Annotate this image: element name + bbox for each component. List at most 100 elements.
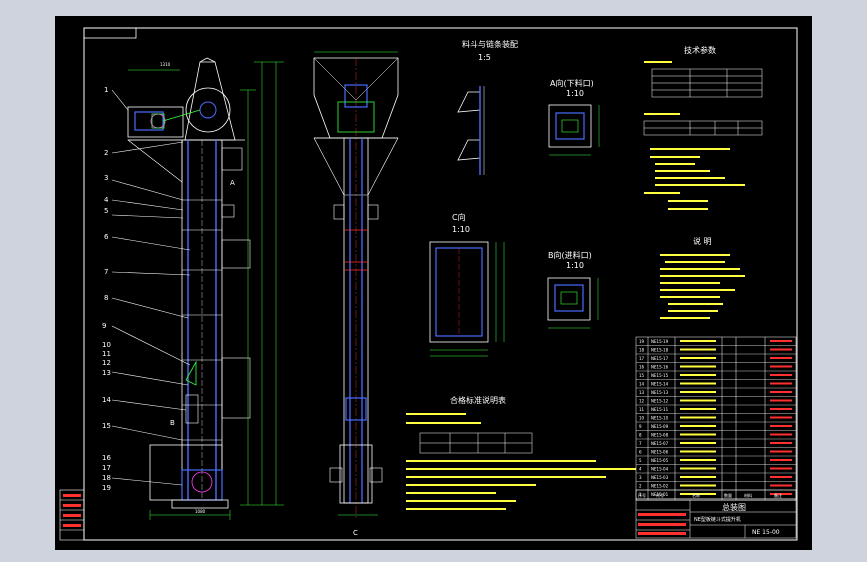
table2-title: 合格标准说明表 [450, 395, 506, 405]
bom-row-code: NE15-05 [651, 458, 669, 463]
bom-row-remark [770, 476, 792, 478]
tech-params-title: 技术参数 [684, 45, 716, 55]
part-label-16: 16 [102, 454, 111, 462]
part-label-18: 18 [102, 474, 111, 482]
bom-row-remark [770, 416, 792, 419]
view-c-scale: 1:10 [452, 225, 470, 234]
bom-header-code: 代号 [656, 492, 664, 498]
bom-row-remark [770, 399, 792, 402]
bom-row-code: NE15-10 [651, 416, 669, 421]
part-label-19: 19 [102, 484, 111, 492]
bucket-detail-scale: 1:5 [478, 53, 491, 62]
bom-row-name [680, 433, 716, 436]
bom-row-code: NE15-06 [651, 450, 669, 455]
title-block-drawing-no: NE 15-00 [752, 529, 780, 536]
bom-row-remark [770, 459, 792, 461]
bom-row-index: 17 [639, 356, 645, 361]
bom-row-name [680, 374, 716, 376]
bom-header-remarks: 备注 [774, 492, 782, 498]
bom-row-name [680, 416, 716, 419]
bom-row-index: 14 [639, 382, 645, 387]
part-label-5: 5 [104, 207, 108, 215]
part-label-17: 17 [102, 464, 111, 472]
bom-row-index: 19 [639, 339, 645, 344]
bom-row-name [680, 382, 716, 385]
bom-row-index: 10 [639, 416, 645, 421]
section-mark-c: C [353, 529, 358, 537]
title-block-name: 总装图 [722, 502, 746, 512]
bom-row-name [680, 425, 716, 427]
view-c-title: C向 [452, 212, 466, 222]
bom-row-remark [770, 340, 792, 342]
bom-row-name [680, 442, 716, 444]
bom-row-code: NE15-15 [651, 373, 669, 378]
bom-row-code: NE15-17 [651, 356, 669, 361]
svg-text:1080: 1080 [195, 509, 206, 514]
bom-row-remark [770, 382, 792, 385]
section-mark-b: B [170, 419, 175, 427]
bom-header-material: 材料 [744, 492, 752, 498]
bom-row-index: 18 [639, 348, 645, 353]
bom-row-code: NE15-02 [651, 484, 669, 489]
bom-row-name [680, 408, 716, 410]
view-a-scale: 1:10 [566, 89, 584, 98]
bucket-detail-title: 料斗与链条装配 [462, 39, 518, 49]
part-label-14: 14 [102, 396, 111, 404]
bom-row-remark [770, 484, 792, 487]
part-label-6: 6 [104, 233, 109, 241]
bom-row-name [680, 348, 716, 351]
bom-row-name [680, 450, 716, 453]
bom-row-name [680, 357, 716, 359]
bom-row-name [680, 476, 716, 478]
part-label-9: 9 [102, 322, 106, 330]
bom-row-remark [770, 391, 792, 393]
bom-row-remark [770, 433, 792, 436]
part-label-3: 3 [104, 174, 108, 182]
bom-row-remark [770, 365, 792, 368]
part-label-15: 15 [102, 422, 111, 430]
part-label-4: 4 [104, 196, 109, 204]
bom-row-name [680, 467, 716, 470]
part-label-8: 8 [104, 294, 108, 302]
notes-title: 说 明 [693, 236, 712, 246]
part-label-10: 10 [102, 341, 111, 349]
view-b-scale: 1:10 [566, 261, 584, 270]
cad-drawing: 1310 1080 1 2 3 4 5 6 7 8 9 10 11 12 13 … [55, 16, 812, 550]
bom-header-name: 名称 [692, 492, 700, 498]
bom-row-code: NE15-11 [651, 407, 669, 412]
bom-row-remark [770, 442, 792, 444]
bom-row-index: 16 [639, 365, 645, 370]
bom-row-remark [770, 467, 792, 470]
bom-row-name [680, 484, 716, 487]
bom-row-code: NE15-04 [651, 467, 669, 472]
bom-row-code: NE15-09 [651, 424, 669, 429]
bom-row-remark [770, 408, 792, 410]
bom-row-name [680, 391, 716, 393]
bom-row-remark [770, 348, 792, 351]
bom-row-code: NE15-07 [651, 441, 669, 446]
bom-row-code: NE15-08 [651, 433, 669, 438]
part-label-2: 2 [104, 149, 108, 157]
bom-row-code: NE15-12 [651, 399, 669, 404]
bom-row-remark [770, 374, 792, 376]
part-label-13: 13 [102, 369, 111, 377]
bom-row-code: NE15-03 [651, 475, 669, 480]
bom-row-code: NE15-19 [651, 339, 669, 344]
bom-row-code: NE15-14 [651, 382, 669, 387]
bom-row-code: NE15-13 [651, 390, 669, 395]
part-label-12: 12 [102, 359, 111, 367]
bom-row-name [680, 399, 716, 402]
part-label-1: 1 [104, 86, 108, 94]
view-b-title: B向(进料口) [548, 250, 592, 260]
bom-row-name [680, 365, 716, 368]
bom-row-name [680, 459, 716, 461]
bom-row-code: NE15-16 [651, 365, 669, 370]
bom-row-remark [770, 425, 792, 427]
bom-row-remark [770, 357, 792, 359]
part-label-11: 11 [102, 350, 111, 358]
bom-row-index: 11 [639, 407, 645, 412]
svg-text:1310: 1310 [160, 62, 171, 67]
bom-header-index: 序号 [638, 492, 646, 498]
bom-row-index: 12 [639, 399, 645, 404]
view-a-title: A向(下料口) [550, 78, 594, 88]
